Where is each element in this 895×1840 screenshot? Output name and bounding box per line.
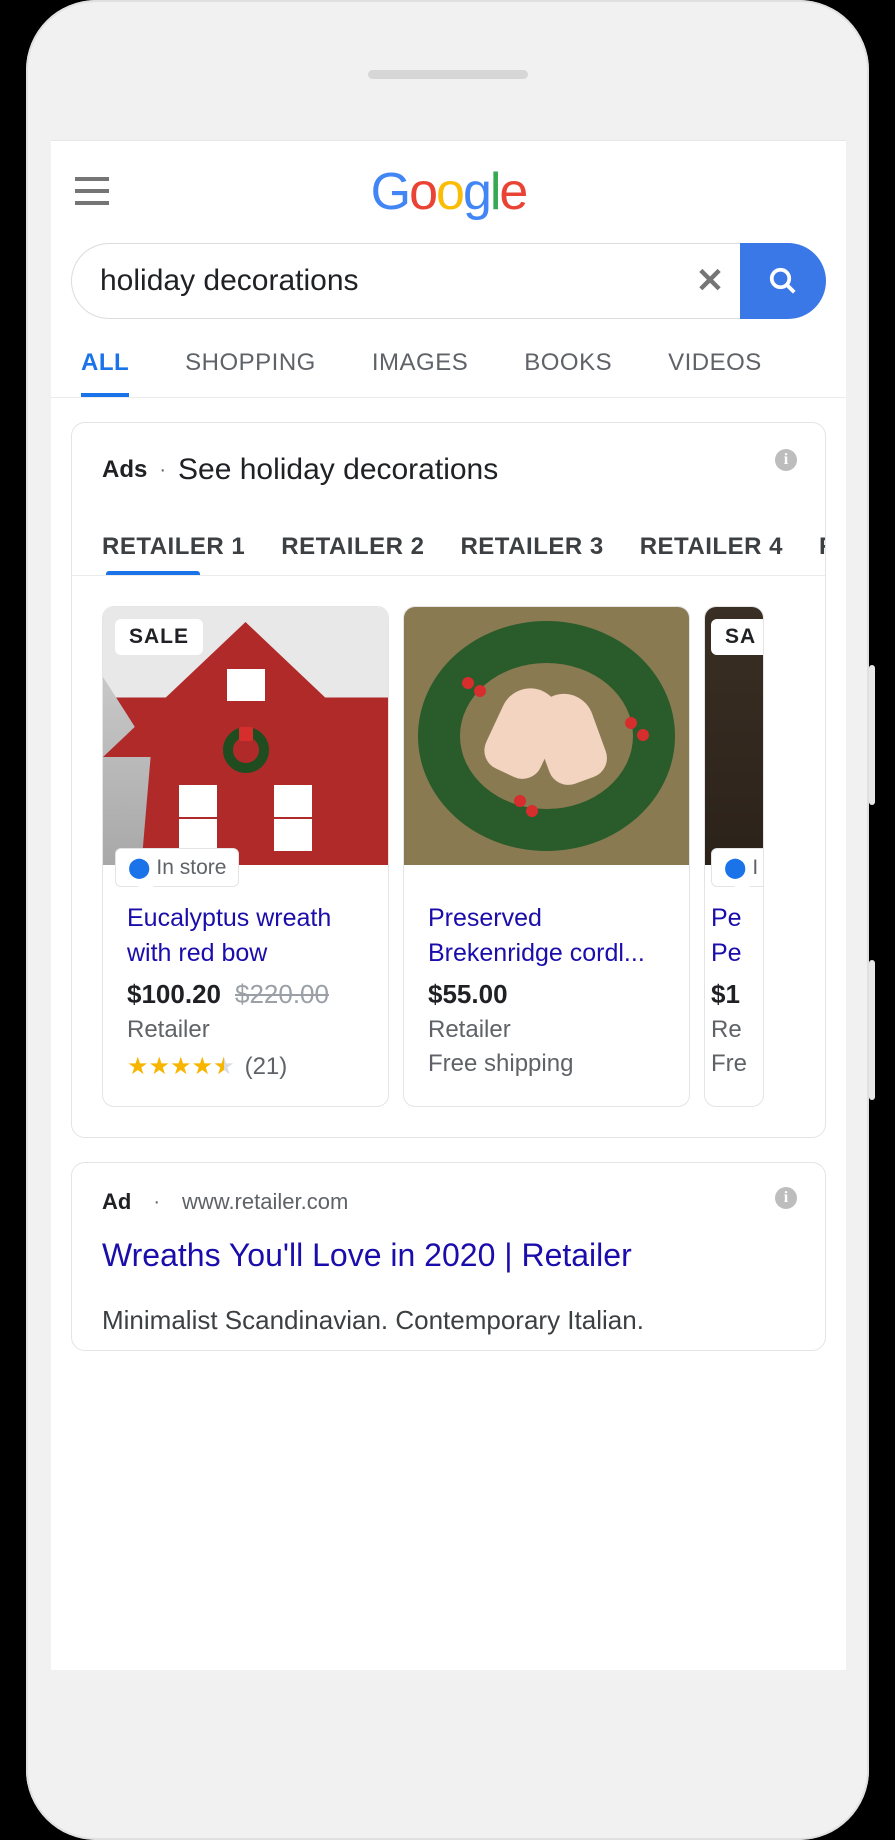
tab-all[interactable]: ALL: [81, 349, 129, 397]
text-ad-card[interactable]: Ad · www.retailer.com i Wreaths You'll L…: [71, 1162, 826, 1351]
product-carousel[interactable]: SALE ⬤ In store Eucalyptus wreath with r…: [72, 576, 825, 1137]
search-bar: ✕: [51, 243, 846, 319]
clear-search-icon[interactable]: ✕: [680, 261, 740, 301]
product-card[interactable]: SALE ⬤ In store Eucalyptus wreath with r…: [102, 606, 389, 1107]
product-retailer: Retailer: [428, 1016, 665, 1044]
phone-frame: Google ✕ ALL SHOPPING IMAGES BOOKS VIDEO…: [26, 0, 869, 1840]
in-store-badge: ⬤ In store: [115, 848, 239, 887]
location-pin-icon: ⬤: [128, 855, 150, 880]
product-name: Preserved Brekenridge cordl...: [428, 901, 665, 971]
retailer-tab-indicator: [106, 571, 200, 576]
search-tabs: ALL SHOPPING IMAGES BOOKS VIDEOS: [51, 319, 846, 398]
ads-label: Ads: [102, 456, 147, 484]
ads-title: See holiday decorations: [178, 453, 498, 487]
search-icon: [768, 266, 798, 296]
ad-url: www.retailer.com: [182, 1189, 348, 1215]
shopping-ads-header: Ads · See holiday decorations i: [72, 423, 825, 507]
in-store-badge: ⬤ I: [711, 848, 764, 887]
retailer-tab[interactable]: RETAILER 2: [281, 533, 424, 561]
product-name-line2: Pe: [711, 936, 763, 971]
product-note: Fre: [711, 1050, 763, 1078]
separator-dot: ·: [159, 459, 166, 482]
sale-badge: SA: [711, 619, 764, 655]
screen: Google ✕ ALL SHOPPING IMAGES BOOKS VIDEO…: [51, 140, 846, 1670]
product-old-price: $220.00: [235, 979, 329, 1010]
info-icon[interactable]: i: [775, 1187, 797, 1209]
shopping-ads-card: Ads · See holiday decorations i RETAILER…: [71, 422, 826, 1138]
phone-side-button: [869, 665, 875, 805]
ad-headline[interactable]: Wreaths You'll Love in 2020 | Retailer: [102, 1237, 795, 1274]
sale-badge: SALE: [115, 619, 203, 655]
search-input[interactable]: [100, 264, 680, 298]
tab-shopping[interactable]: SHOPPING: [185, 349, 316, 397]
product-card[interactable]: SA ⬤ I Pe Pe $1 Re Fre: [704, 606, 764, 1107]
product-name: Pe: [711, 901, 763, 936]
tab-books[interactable]: BOOKS: [524, 349, 612, 397]
product-image: SA ⬤ I: [705, 607, 763, 865]
product-image: [404, 607, 689, 865]
in-store-label: In store: [156, 856, 226, 880]
product-retailer: Re: [711, 1016, 763, 1044]
phone-speaker: [368, 70, 528, 79]
retailer-tab[interactable]: RE: [819, 533, 825, 561]
hamburger-menu-icon[interactable]: [75, 177, 109, 205]
separator-dot: ·: [153, 1191, 160, 1214]
rating-count: (21): [245, 1053, 288, 1081]
ad-description: Minimalist Scandinavian. Contemporary It…: [102, 1302, 795, 1340]
product-image: SALE ⬤ In store: [103, 607, 388, 865]
product-price: $1: [711, 979, 740, 1010]
product-name: Eucalyptus wreath with red bow: [127, 901, 364, 971]
location-pin-icon: ⬤: [724, 855, 746, 880]
ad-label: Ad: [102, 1189, 131, 1215]
google-logo[interactable]: Google: [371, 162, 527, 222]
header: Google: [51, 141, 846, 243]
product-price: $55.00: [428, 979, 508, 1010]
info-icon[interactable]: i: [775, 449, 797, 471]
product-price: $100.20: [127, 979, 221, 1010]
product-card[interactable]: Preserved Brekenridge cordl... $55.00 Re…: [403, 606, 690, 1107]
tab-videos[interactable]: VIDEOS: [668, 349, 762, 397]
product-note: Free shipping: [428, 1050, 665, 1078]
tab-images[interactable]: IMAGES: [372, 349, 468, 397]
retailer-tab[interactable]: RETAILER 1: [102, 533, 245, 561]
product-rating: ★★★★★ (21): [127, 1052, 364, 1081]
star-rating-icon: ★★★★★: [127, 1052, 235, 1081]
in-store-label: I: [752, 856, 758, 880]
search-box: ✕: [71, 243, 740, 319]
product-retailer: Retailer: [127, 1016, 364, 1044]
search-button[interactable]: [740, 243, 826, 319]
retailer-tabs: RETAILER 1 RETAILER 2 RETAILER 3 RETAILE…: [72, 507, 825, 576]
retailer-tab[interactable]: RETAILER 3: [460, 533, 603, 561]
phone-side-button: [869, 960, 875, 1100]
text-ad-header: Ad · www.retailer.com: [102, 1189, 795, 1215]
retailer-tab[interactable]: RETAILER 4: [640, 533, 783, 561]
